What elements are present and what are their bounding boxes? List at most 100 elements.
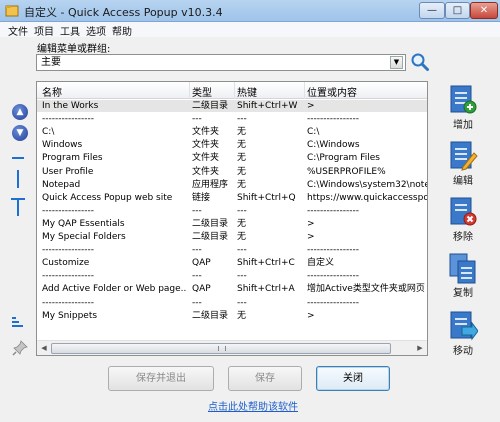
row-hotkey: Shift+Ctrl+A	[237, 284, 295, 295]
row-location: 增加Active类型文件夹或网页	[307, 284, 425, 295]
favorites-list[interactable]: 名称 类型 热键 位置或内容 In the Works 二级目录 Shift+Ctr…	[36, 81, 428, 356]
add-document-icon	[450, 85, 477, 114]
close-window-button[interactable]: ✕	[470, 2, 498, 19]
column-header-name[interactable]: 名称	[42, 84, 62, 99]
list-row[interactable]: Add Active Folder or Web page... QAP Shift…	[37, 283, 427, 295]
sort-icon[interactable]	[11, 314, 27, 330]
menu-file[interactable]: 文件	[8, 23, 28, 38]
scroll-left-button[interactable]: ◀	[38, 343, 50, 354]
chevron-down-icon[interactable]: ▼	[390, 56, 403, 69]
row-name: My Special Folders	[42, 232, 126, 242]
row-name: Program Files	[42, 153, 103, 164]
row-hotkey: Shift+Ctrl+W	[237, 101, 298, 111]
edit-document-icon	[450, 141, 478, 171]
row-name: User Profile	[42, 166, 94, 177]
row-type: QAP	[192, 284, 211, 295]
list-row[interactable]: Customize QAP Shift+Ctrl+C 自定义	[37, 257, 427, 269]
menu-help[interactable]: 帮助	[112, 23, 132, 38]
add-text-separator-icon[interactable]	[11, 198, 25, 216]
remove-button[interactable]: 移除	[438, 196, 488, 250]
row-location: ----------------	[307, 297, 359, 308]
remove-document-icon	[450, 197, 477, 226]
list-row[interactable]: My QAP Essentials 二级目录无 >	[37, 218, 427, 230]
row-type: 文件夹	[192, 153, 220, 164]
move-button[interactable]: 移动	[438, 310, 488, 364]
save-and-exit-button[interactable]: 保存并退出	[108, 366, 214, 391]
minimize-button[interactable]: —	[419, 2, 445, 19]
row-name: In the Works	[42, 101, 99, 111]
row-type: 链接	[192, 192, 211, 203]
list-row[interactable]: C:\ 文件夹 无 C:\	[37, 126, 427, 138]
menu-tools[interactable]: 工具	[60, 23, 80, 38]
row-name: ----------------	[42, 245, 94, 256]
list-row[interactable]: ---------------- --- --- ----------------	[37, 244, 427, 256]
add-button[interactable]: 增加	[438, 84, 488, 138]
row-hotkey: 无	[237, 166, 247, 177]
row-type: ---	[192, 271, 202, 282]
copy-button-label: 复制	[453, 288, 473, 299]
column-header-hotkey[interactable]: 热键	[237, 84, 257, 99]
pin-icon[interactable]	[12, 340, 28, 356]
column-header-location[interactable]: 位置或内容	[307, 84, 357, 99]
move-document-icon	[450, 311, 478, 341]
row-type: QAP	[192, 258, 211, 269]
row-location: C:\Program Files	[307, 153, 380, 164]
close-button[interactable]: 关闭	[316, 366, 390, 391]
horizontal-scrollbar[interactable]: ◀ ▶	[37, 340, 427, 355]
add-column-break-icon[interactable]	[17, 170, 19, 188]
list-row[interactable]: Quick Access Popup web site 链接 Shift+Ctrl+…	[37, 192, 427, 204]
row-location: C:\Windows\system32\note	[307, 179, 427, 190]
edit-button[interactable]: 编辑	[438, 140, 488, 194]
list-row[interactable]: My Special Folders 二级目录无 >	[37, 231, 427, 243]
row-name: Windows	[42, 140, 83, 151]
list-row[interactable]: ---------------- --- --- ----------------	[37, 205, 427, 217]
list-body: In the Works 二级目录 Shift+Ctrl+W > -----------…	[37, 100, 427, 340]
list-header: 名称 类型 热键 位置或内容	[37, 82, 427, 99]
row-hotkey: 无	[237, 153, 247, 164]
list-row[interactable]: In the Works 二级目录 Shift+Ctrl+W >	[37, 100, 427, 112]
column-divider[interactable]	[189, 82, 190, 99]
list-row[interactable]: ---------------- --- --- ----------------	[37, 113, 427, 125]
group-dropdown[interactable]: 主要 ▼	[36, 54, 406, 71]
list-row[interactable]: User Profile 文件夹 无 %USERPROFILE%	[37, 166, 427, 178]
row-hotkey: 无	[237, 179, 247, 190]
row-name: Add Active Folder or Web page...	[42, 284, 187, 295]
column-divider[interactable]	[304, 82, 305, 99]
row-name: Notepad	[42, 179, 81, 190]
list-row[interactable]: ---------------- --- --- ----------------	[37, 297, 427, 309]
scroll-right-button[interactable]: ▶	[414, 343, 426, 354]
row-name: Quick Access Popup web site	[42, 192, 173, 203]
maximize-button[interactable]: □	[445, 2, 470, 19]
help-link[interactable]: 点击此处帮助该软件	[208, 398, 298, 413]
row-type: 二级目录	[192, 310, 229, 321]
row-name: ----------------	[42, 114, 94, 125]
move-down-button[interactable]: ▼	[12, 125, 28, 141]
edit-button-label: 编辑	[453, 176, 473, 187]
scrollbar-grip	[218, 346, 226, 351]
list-row[interactable]: My Snippets 二级目录无 >	[37, 310, 427, 322]
row-type: ---	[192, 205, 202, 216]
row-hotkey: ---	[237, 245, 247, 256]
row-name: ----------------	[42, 205, 94, 216]
column-header-type[interactable]: 类型	[192, 84, 212, 99]
menu-items[interactable]: 项目	[34, 23, 54, 38]
add-separator-icon[interactable]	[12, 157, 24, 159]
row-hotkey: 无	[237, 140, 247, 151]
list-row[interactable]: Windows 文件夹 无 C:\Windows	[37, 139, 427, 151]
copy-button[interactable]: 复制	[438, 252, 488, 306]
list-row[interactable]: Program Files 文件夹 无 C:\Program Files	[37, 152, 427, 164]
column-divider[interactable]	[234, 82, 235, 99]
title-bar: 自定义 - Quick Access Popup v10.3.4 — □ ✕	[0, 0, 500, 22]
save-button[interactable]: 保存	[228, 366, 302, 391]
row-location: >	[307, 310, 315, 321]
menu-options[interactable]: 选项	[86, 23, 106, 38]
row-type: ---	[192, 297, 202, 308]
scrollbar-thumb[interactable]	[51, 343, 391, 354]
row-name: ----------------	[42, 271, 94, 282]
search-icon[interactable]	[410, 52, 430, 72]
list-row[interactable]: Notepad 应用程序无 C:\Windows\system32\note	[37, 179, 427, 191]
list-row[interactable]: ---------------- --- --- ----------------	[37, 270, 427, 282]
row-name: My Snippets	[42, 310, 98, 321]
row-location: ----------------	[307, 245, 359, 256]
move-up-button[interactable]: ▲	[12, 104, 28, 120]
